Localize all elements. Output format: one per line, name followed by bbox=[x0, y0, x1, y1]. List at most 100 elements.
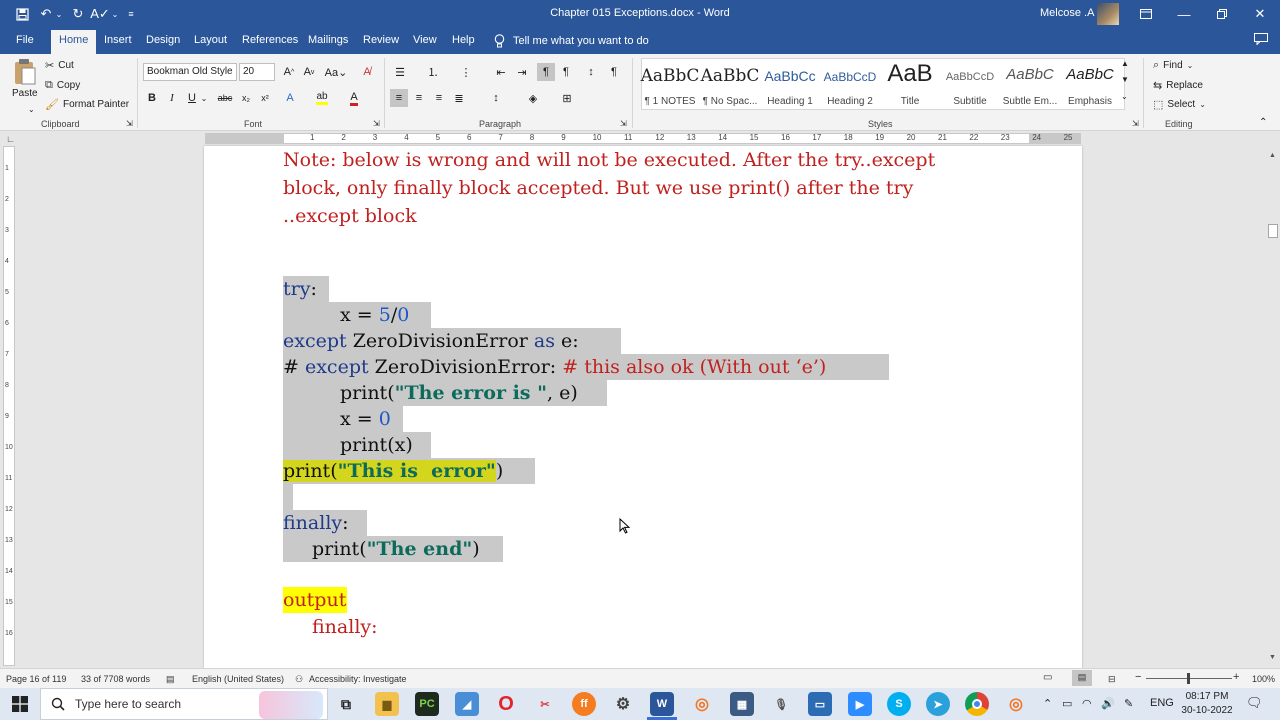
scrollbar-thumb[interactable] bbox=[1268, 224, 1278, 238]
zoom-out-icon[interactable]: − bbox=[1135, 671, 1141, 683]
style-item-heading-1[interactable]: AaBbCc Heading 1 bbox=[760, 60, 820, 108]
vertical-scrollbar[interactable]: ▲ ▼ bbox=[1266, 146, 1280, 668]
italic-icon[interactable]: I bbox=[163, 89, 181, 107]
document-page[interactable]: Note: below is wrong and will not be exe… bbox=[204, 146, 1082, 668]
tab-references[interactable]: References bbox=[242, 34, 298, 46]
underline-dropdown-icon[interactable]: ⌄ bbox=[199, 89, 209, 107]
settings-gear-icon[interactable]: ⚙ bbox=[611, 692, 635, 716]
copy-button[interactable]: ⧉ Copy bbox=[45, 79, 80, 92]
undo-dropdown-icon[interactable]: ⌄ bbox=[54, 5, 64, 23]
align-center-icon[interactable]: ≡ bbox=[410, 89, 428, 107]
show-hidden-icons-icon[interactable]: ⌃ bbox=[1043, 697, 1052, 710]
pen-icon[interactable]: ✎ bbox=[1124, 697, 1133, 710]
tab-insert[interactable]: Insert bbox=[104, 34, 132, 46]
zoom-app-icon[interactable]: ▶ bbox=[848, 692, 872, 716]
notifications-icon[interactable]: 🗨 bbox=[1246, 695, 1263, 711]
remote-desktop-icon[interactable]: ▭ bbox=[808, 692, 832, 716]
word-count[interactable]: 33 of 7708 words bbox=[81, 674, 150, 684]
redo-icon[interactable]: ↻ bbox=[68, 5, 88, 23]
ltr-icon[interactable]: ¶ bbox=[537, 63, 555, 81]
styles-scroll-down-icon[interactable]: ▼ bbox=[1121, 75, 1129, 84]
styles-scroll-up-icon[interactable]: ▲ bbox=[1121, 59, 1129, 68]
clock[interactable]: 08:17 PM 30-10-2022 bbox=[1177, 690, 1237, 718]
customize-icon[interactable]: ≡ bbox=[124, 5, 138, 23]
accessibility-icon[interactable]: ⚇ bbox=[295, 674, 303, 685]
tab-file[interactable]: File bbox=[16, 34, 34, 46]
tab-review[interactable]: Review bbox=[363, 34, 399, 46]
save-icon[interactable] bbox=[12, 5, 32, 23]
tab-view[interactable]: View bbox=[413, 34, 437, 46]
spelling-icon[interactable]: A✓ bbox=[90, 5, 110, 23]
select-button[interactable]: ⬚ Select ⌄ bbox=[1153, 98, 1206, 111]
subscript-icon[interactable]: x₂ bbox=[237, 89, 255, 107]
shading-icon[interactable]: ◈ bbox=[524, 89, 542, 107]
close-icon[interactable]: ✕ bbox=[1241, 0, 1279, 28]
zoom-in-icon[interactable]: + bbox=[1233, 671, 1239, 683]
highlight-icon[interactable]: ab bbox=[313, 89, 331, 107]
align-right-icon[interactable]: ≡ bbox=[430, 89, 448, 107]
proofing-icon[interactable]: ▤ bbox=[166, 674, 175, 685]
chrome-icon[interactable] bbox=[965, 692, 989, 716]
font-size-combo[interactable]: 20 bbox=[239, 63, 275, 81]
align-left-icon[interactable]: ≡ bbox=[390, 89, 408, 107]
superscript-icon[interactable]: x² bbox=[256, 89, 274, 107]
ribbon-display-options-icon[interactable] bbox=[1127, 0, 1165, 28]
style-item-no-spacing[interactable]: AaBbC ¶ No Spac... bbox=[700, 60, 760, 108]
firefox-icon[interactable]: ff bbox=[572, 692, 596, 716]
page-count[interactable]: Page 16 of 119 bbox=[6, 674, 66, 684]
font-name-combo[interactable]: Bookman Old Style bbox=[143, 63, 237, 81]
grow-font-icon[interactable]: A ^ bbox=[280, 63, 298, 81]
skype-icon[interactable]: S bbox=[887, 692, 911, 716]
find-button[interactable]: ⌕ Find ⌄ bbox=[1153, 59, 1193, 72]
collapse-ribbon-icon[interactable]: ⌃ bbox=[1259, 117, 1267, 128]
avatar[interactable] bbox=[1097, 3, 1119, 25]
style-item-emphasis[interactable]: AaBbC Emphasis bbox=[1060, 60, 1120, 108]
style-item-subtitle[interactable]: AaBbCcD Subtitle bbox=[940, 60, 1000, 108]
word-icon[interactable]: W bbox=[650, 692, 674, 716]
telegram-icon[interactable]: ➤ bbox=[926, 692, 950, 716]
paste-button[interactable]: Paste bbox=[12, 58, 38, 99]
style-item-heading-2[interactable]: AaBbCcD Heading 2 bbox=[820, 60, 880, 108]
shrink-font-icon[interactable]: Av bbox=[300, 63, 318, 81]
format-painter-button[interactable]: 🖌 Format Painter bbox=[45, 98, 129, 111]
snipping-tool-icon[interactable]: ✂ bbox=[533, 692, 557, 716]
justify-icon[interactable]: ≣ bbox=[450, 89, 468, 107]
comments-icon[interactable] bbox=[1254, 33, 1268, 48]
input-language[interactable]: ENG bbox=[1150, 697, 1174, 709]
change-case-icon[interactable]: Aa⌄ bbox=[324, 63, 348, 81]
font-launcher-icon[interactable]: ⇲ bbox=[373, 119, 380, 128]
decrease-indent-icon[interactable]: ⇤ bbox=[492, 63, 510, 81]
accessibility-status[interactable]: Accessibility: Investigate bbox=[309, 674, 407, 684]
style-item-1-notes[interactable]: AaBbC ¶ 1 NOTES bbox=[640, 60, 700, 108]
user-name[interactable]: Melcose .A bbox=[1040, 7, 1094, 19]
minimize-icon[interactable]: — bbox=[1165, 0, 1203, 28]
rtl-icon[interactable]: ¶ bbox=[557, 63, 575, 81]
spelling-dropdown-icon[interactable]: ⌄ bbox=[110, 5, 120, 23]
opera-icon[interactable]: O bbox=[494, 692, 518, 716]
tab-selector-icon[interactable]: ∟ bbox=[6, 134, 15, 144]
windows-start-icon[interactable] bbox=[0, 688, 40, 720]
tab-mailings[interactable]: Mailings bbox=[308, 34, 348, 46]
tab-design[interactable]: Design bbox=[146, 34, 180, 46]
text-effects-icon[interactable]: A bbox=[281, 89, 299, 107]
tab-layout[interactable]: Layout bbox=[194, 34, 227, 46]
calculator-icon[interactable]: ▦ bbox=[730, 692, 754, 716]
scroll-down-icon[interactable]: ▼ bbox=[1269, 654, 1276, 661]
strikethrough-icon[interactable]: abc bbox=[216, 89, 234, 107]
paragraph-launcher-icon[interactable]: ⇲ bbox=[620, 119, 627, 128]
read-mode-icon[interactable]: ▭ bbox=[1043, 672, 1052, 683]
clear-formatting-icon[interactable]: A̸ bbox=[358, 63, 376, 81]
pycharm-icon[interactable]: PC bbox=[415, 692, 439, 716]
style-item-subtle-emphasis[interactable]: AaBbC Subtle Em... bbox=[1000, 60, 1060, 108]
jupyter-icon[interactable]: ◎ bbox=[1004, 692, 1028, 716]
styles-launcher-icon[interactable]: ⇲ bbox=[1132, 119, 1139, 128]
tab-help[interactable]: Help bbox=[452, 34, 475, 46]
zoom-slider-thumb[interactable] bbox=[1187, 673, 1190, 684]
language-indicator[interactable]: English (United States) bbox=[192, 674, 284, 684]
show-paragraph-marks-icon[interactable]: ¶ bbox=[605, 63, 623, 81]
line-spacing-icon[interactable]: ↕ bbox=[487, 89, 505, 107]
undo-icon[interactable]: ↶ bbox=[36, 5, 56, 23]
battery-icon[interactable]: ▭ bbox=[1062, 697, 1072, 710]
multilevel-list-icon[interactable]: ⋮ bbox=[457, 63, 475, 81]
clipboard-launcher-icon[interactable]: ⇲ bbox=[126, 119, 133, 128]
